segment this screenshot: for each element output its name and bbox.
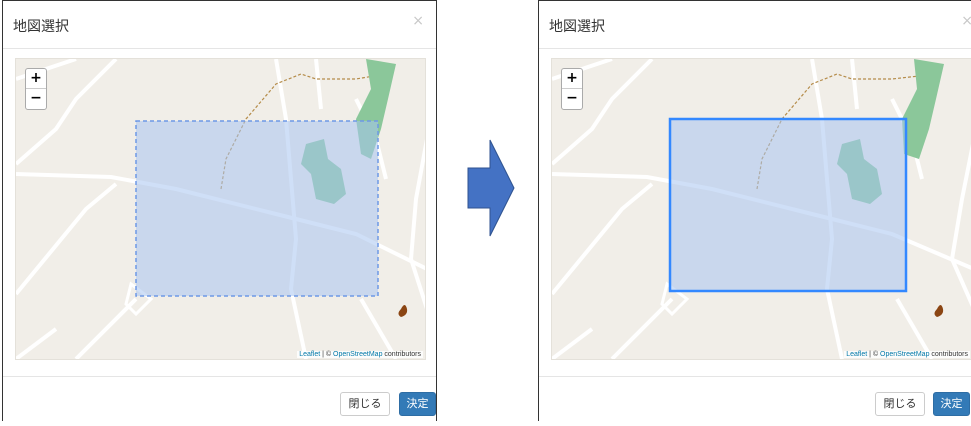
zoom-in-button[interactable]: + [26, 69, 46, 89]
osm-link[interactable]: OpenStreetMap [880, 351, 929, 358]
map-attribution: Leaflet | © OpenStreetMap contributors [844, 351, 970, 358]
close-icon[interactable]: × [961, 13, 971, 29]
close-icon[interactable]: × [412, 13, 424, 29]
modal-header: 地図選択 × [539, 1, 971, 49]
zoom-control: + − [25, 68, 47, 110]
campfire-icon [934, 305, 944, 317]
close-button[interactable]: 閉じる [875, 392, 925, 416]
osm-link[interactable]: OpenStreetMap [333, 351, 382, 358]
selection-rectangle [668, 117, 908, 293]
modal-title: 地図選択 [13, 19, 69, 35]
map-view[interactable]: + − Leaflet | © OpenStreetMap contributo… [551, 58, 971, 360]
map-base-layer [16, 59, 425, 359]
leaflet-link[interactable]: Leaflet [299, 351, 320, 358]
zoom-out-button[interactable]: − [562, 89, 582, 109]
modal-title: 地図選択 [549, 19, 605, 35]
close-button[interactable]: 閉じる [340, 392, 390, 416]
confirm-button[interactable]: 決定 [933, 392, 970, 416]
confirm-button[interactable]: 決定 [399, 392, 436, 416]
selection-rectangle [135, 120, 379, 297]
map-attribution: Leaflet | © OpenStreetMap contributors [297, 351, 423, 358]
leaflet-link[interactable]: Leaflet [846, 351, 867, 358]
modal-footer: 閉じる 決定 [539, 376, 971, 426]
zoom-control: + − [561, 68, 583, 110]
modal-footer: 閉じる 決定 [3, 376, 436, 426]
map-view[interactable]: + − Leaflet | © OpenStreetMap contributo… [15, 58, 426, 360]
campfire-icon [398, 305, 408, 317]
map-base-layer [552, 59, 971, 359]
map-select-modal-before: 地図選択 × + − Leaflet | © OpenStreetMap con… [2, 0, 437, 421]
zoom-out-button[interactable]: − [26, 89, 46, 109]
modal-header: 地図選択 × [3, 1, 436, 49]
right-arrow-icon [467, 139, 515, 237]
zoom-in-button[interactable]: + [562, 69, 582, 89]
map-select-modal-after: 地図選択 × + − Leaflet | © OpenStreetMap con… [538, 0, 971, 421]
